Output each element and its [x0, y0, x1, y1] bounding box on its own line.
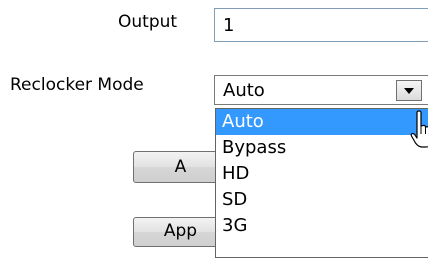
- dropdown-option-auto[interactable]: Auto: [216, 109, 428, 135]
- dropdown-option-sd[interactable]: SD: [216, 187, 428, 213]
- dropdown-option-hd[interactable]: HD: [216, 161, 428, 187]
- dropdown-option-bypass[interactable]: Bypass: [216, 135, 428, 161]
- reclocker-mode-label: Reclocker Mode: [10, 75, 144, 95]
- output-field[interactable]: 1: [214, 8, 428, 42]
- hand-pointer-icon: [410, 110, 428, 148]
- chevron-down-icon[interactable]: [396, 80, 422, 101]
- action-button-1-label: A: [174, 157, 187, 177]
- dropdown-option-3g[interactable]: 3G: [216, 213, 428, 239]
- apply-button-label: App: [163, 221, 198, 241]
- action-button-1[interactable]: A: [133, 151, 228, 183]
- output-label: Output: [118, 12, 178, 32]
- reclocker-mode-dropdown-list: Auto Bypass HD SD 3G: [215, 108, 428, 258]
- apply-button[interactable]: App: [133, 217, 228, 247]
